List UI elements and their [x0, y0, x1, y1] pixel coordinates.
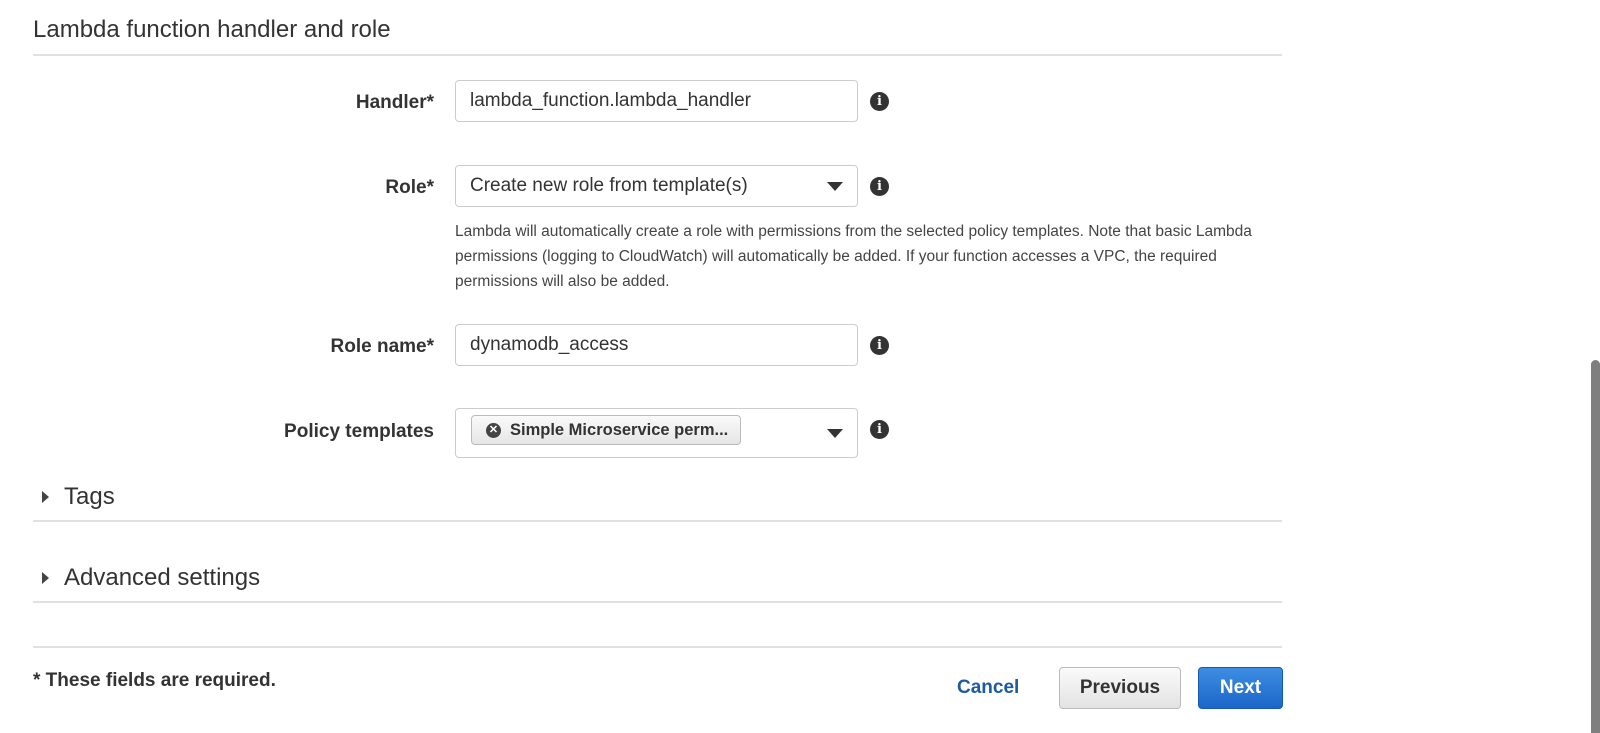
handler-label: Handler* [355, 92, 434, 113]
divider [33, 601, 1282, 603]
caret-down-icon [827, 429, 843, 438]
section-divider [33, 54, 1282, 56]
role-label: Role* [385, 177, 434, 198]
info-icon[interactable]: i [870, 92, 889, 111]
divider [33, 520, 1282, 522]
role-help-text: Lambda will automatically create a role … [455, 223, 1252, 290]
role-name-input[interactable] [470, 334, 843, 356]
info-icon[interactable]: i [870, 336, 889, 355]
caret-down-icon [827, 182, 843, 191]
policy-templates-select[interactable]: ✕ Simple Microservice perm... [455, 408, 858, 458]
section-title: Lambda function handler and role [33, 16, 391, 43]
previous-button[interactable]: Previous [1059, 667, 1181, 709]
handler-input[interactable] [470, 90, 843, 112]
role-name-field[interactable] [455, 324, 858, 366]
tags-expander[interactable]: Tags [42, 483, 115, 511]
required-note: * These fields are required. [33, 670, 276, 691]
info-icon[interactable]: i [870, 420, 889, 439]
policy-token-label: Simple Microservice perm... [510, 420, 729, 439]
role-select[interactable]: Create new role from template(s) [455, 165, 858, 207]
advanced-settings-label: Advanced settings [64, 564, 261, 591]
advanced-settings-expander[interactable]: Advanced settings [42, 564, 260, 592]
role-select-value: Create new role from template(s) [470, 175, 748, 196]
caret-right-icon [42, 491, 49, 503]
footer-divider [33, 646, 1282, 648]
next-button[interactable]: Next [1198, 667, 1283, 709]
caret-right-icon [42, 572, 49, 584]
policy-templates-label: Policy templates [284, 421, 434, 442]
info-icon[interactable]: i [870, 177, 889, 196]
tags-label: Tags [64, 483, 115, 510]
role-name-label: Role name* [330, 336, 434, 357]
remove-token-icon[interactable]: ✕ [486, 422, 501, 438]
handler-field[interactable] [455, 80, 858, 122]
cancel-button[interactable]: Cancel [957, 677, 1019, 699]
policy-token[interactable]: ✕ Simple Microservice perm... [471, 415, 742, 445]
scrollbar[interactable] [1591, 360, 1600, 733]
